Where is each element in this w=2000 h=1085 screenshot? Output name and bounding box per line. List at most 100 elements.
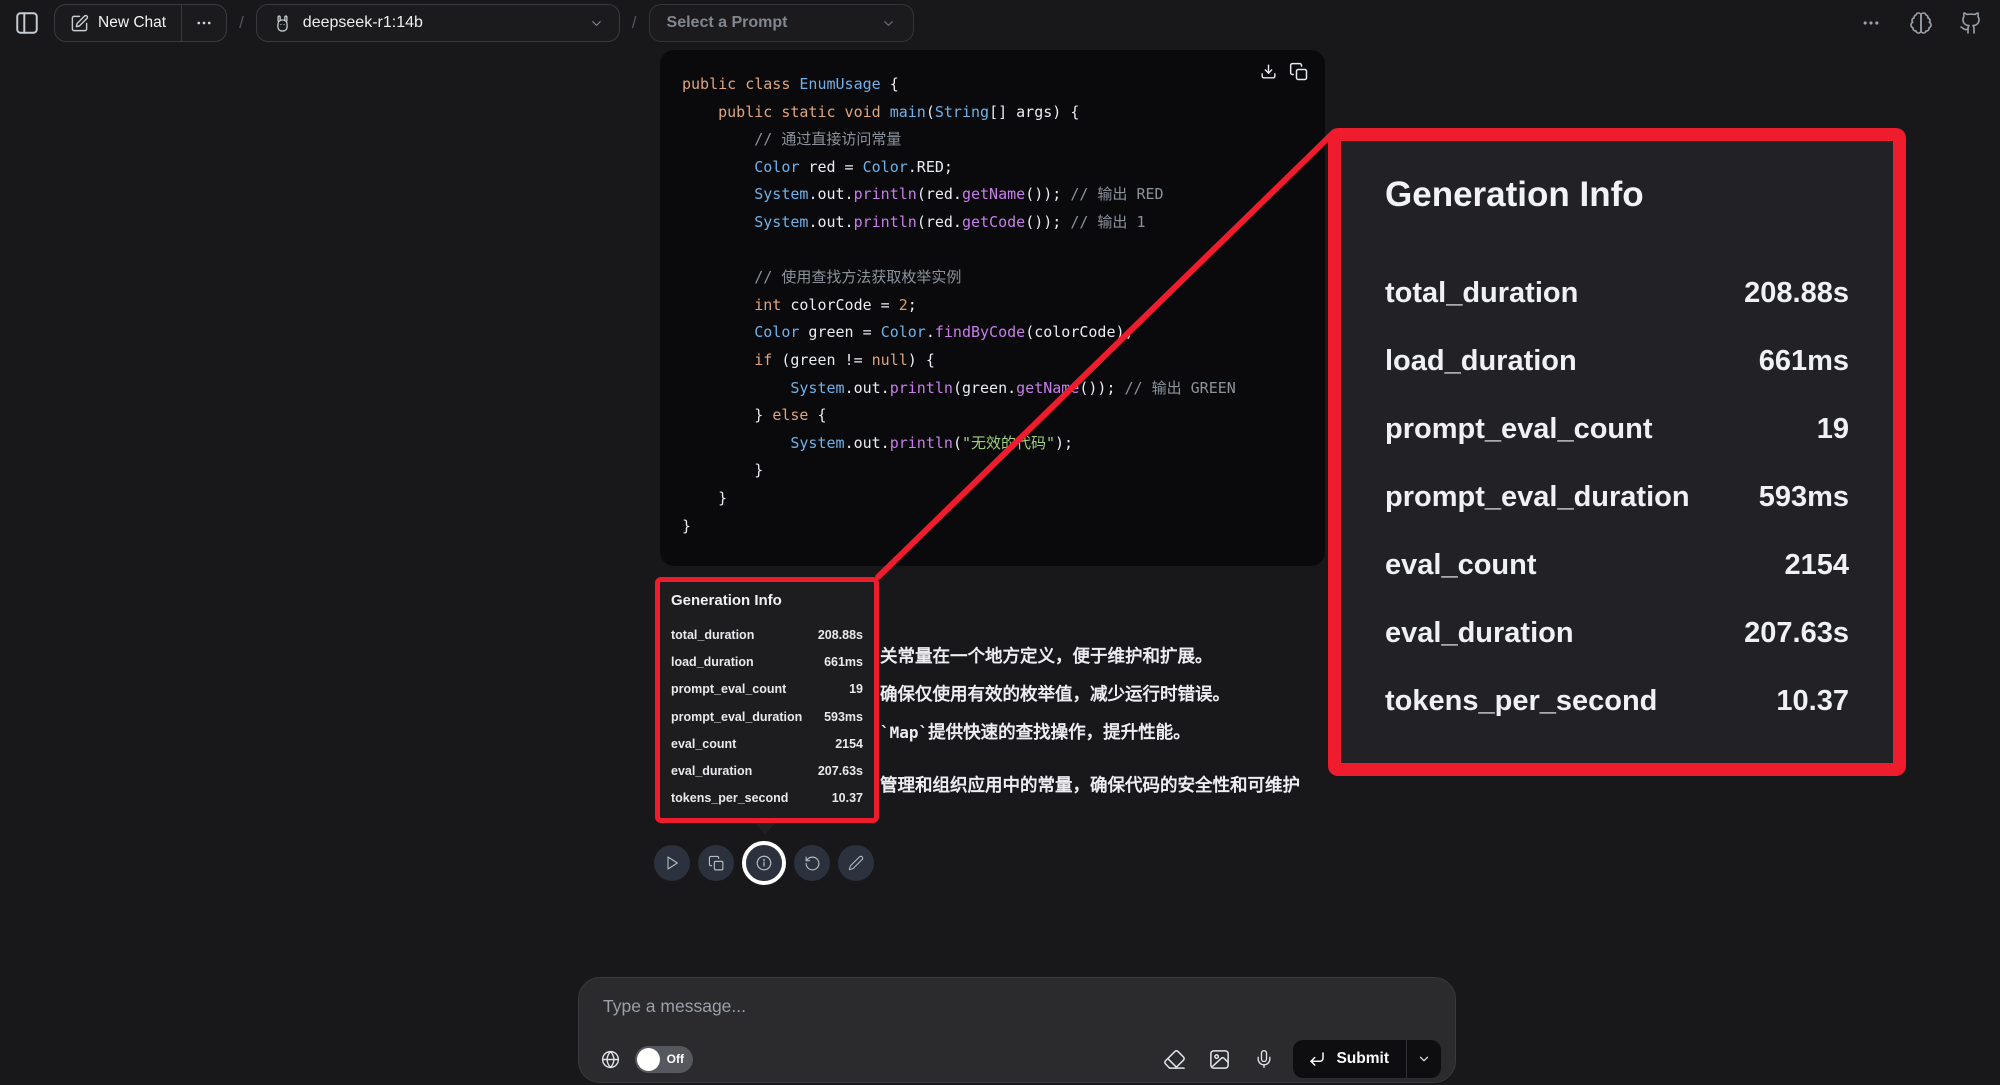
chevron-down-icon (881, 16, 896, 31)
stat-value: 10.37 (1776, 685, 1849, 718)
stat-value: 19 (849, 682, 863, 696)
code-copy-button[interactable] (1289, 62, 1309, 82)
message-line: 确保仅使用有效的枚举值，减少运行时错误。 (880, 681, 1332, 706)
model-name: deepseek-r1:14b (303, 14, 423, 32)
stat-label: tokens_per_second (1385, 685, 1657, 718)
stat-value: 593ms (824, 710, 863, 724)
generation-info-row: load_duration 661ms (671, 648, 863, 675)
code-toolbar (1259, 62, 1309, 82)
generation-info-row: prompt_eval_duration593ms (671, 703, 863, 730)
sidebar-toggle-button[interactable] (12, 8, 42, 38)
github-button[interactable] (1956, 8, 1986, 38)
generation-info-row: tokens_per_second10.37 (671, 785, 863, 812)
ellipsis-icon (1861, 13, 1881, 33)
edit-icon (848, 855, 864, 871)
generation-info-zoom-box: Generation Info total_duration208.88sloa… (1328, 128, 1906, 776)
play-icon (664, 855, 680, 871)
code-line: // 通过直接访问常量 (682, 126, 1236, 154)
generation-info-row: prompt_eval_count 19 (1385, 395, 1849, 463)
regenerate-icon (804, 855, 821, 872)
generation-info-row: eval_duration 207.63s (1385, 599, 1849, 667)
composer-toolbar: Off Submit (595, 1040, 1441, 1078)
stat-label: load_duration (671, 655, 754, 669)
clear-button[interactable] (1159, 1044, 1189, 1074)
stat-value: 2154 (1784, 549, 1849, 582)
generation-info-zoom-rows: total_duration208.88sload_duration661msp… (1385, 259, 1849, 735)
code-line (682, 237, 1236, 265)
chevron-down-icon (589, 16, 604, 31)
message-input[interactable]: Type a message... (603, 996, 746, 1017)
generation-info-row: tokens_per_second 10.37 (1385, 667, 1849, 735)
new-chat-pencil-icon (70, 14, 89, 33)
new-chat-button[interactable]: New Chat (55, 5, 181, 41)
prompt-selector[interactable]: Select a Prompt (649, 4, 914, 42)
stat-value: 19 (1817, 413, 1849, 446)
code-line: Color green = Color.findByCode(colorCode… (682, 319, 1236, 347)
code-line: } (682, 457, 1236, 485)
generation-info-row: load_duration661ms (1385, 327, 1849, 395)
web-search-toggle[interactable]: Off (635, 1046, 693, 1073)
stat-value: 10.37 (832, 791, 863, 805)
stat-value: 661ms (824, 655, 863, 669)
message-composer: Type a message... Off (578, 977, 1456, 1083)
code-line: System.out.println(red.getName()); // 输出… (682, 181, 1236, 209)
stat-label: prompt_eval_count (1385, 413, 1653, 446)
copy-message-button[interactable] (698, 845, 734, 881)
globe-icon (600, 1049, 621, 1070)
edit-message-button[interactable] (838, 845, 874, 881)
generation-info-row: eval_count2154 (1385, 531, 1849, 599)
code-line: Color red = Color.RED; (682, 154, 1236, 182)
code-line: public class EnumUsage { (682, 71, 1236, 99)
toggle-state-label: Off (667, 1052, 684, 1066)
model-selector[interactable]: deepseek-r1:14b (256, 4, 620, 42)
copy-icon (708, 855, 725, 872)
code-block: public class EnumUsage { public static v… (660, 50, 1325, 566)
stat-label: total_duration (671, 628, 754, 642)
read-aloud-button[interactable] (654, 845, 690, 881)
top-bar-right (1856, 0, 2000, 46)
message-line: `Map`提供快速的查找操作，提升性能。 (880, 719, 1332, 744)
stat-value: 2154 (835, 737, 863, 751)
generation-info-row: eval_duration207.63s (671, 757, 863, 784)
copy-icon (1289, 62, 1309, 82)
generation-info-row: prompt_eval_duration593ms (1385, 463, 1849, 531)
stat-label: prompt_eval_count (671, 682, 786, 696)
info-icon (755, 854, 773, 872)
code-line: System.out.println(red.getCode()); // 输出… (682, 209, 1236, 237)
generation-info-row: eval_count2154 (671, 730, 863, 757)
stat-value: 661ms (1759, 345, 1849, 378)
stat-label: total_duration (1385, 277, 1578, 310)
code-download-button[interactable] (1259, 62, 1278, 82)
chat-more-options-button[interactable] (182, 5, 226, 41)
enter-icon (1308, 1050, 1326, 1068)
toggle-knob (637, 1048, 660, 1071)
prompt-selector-label: Select a Prompt (667, 14, 788, 32)
code-line: public static void main(String[] args) { (682, 99, 1236, 127)
stat-value: 208.88s (1744, 277, 1849, 310)
web-search-button[interactable] (595, 1044, 625, 1074)
submit-options-button[interactable] (1407, 1040, 1441, 1078)
stat-value: 208.88s (818, 628, 863, 642)
generation-info-button[interactable] (742, 841, 786, 885)
message-line: 关常量在一个地方定义，便于维护和扩展。 (880, 643, 1332, 668)
breadcrumb-separator: / (632, 13, 637, 33)
generation-info-tooltip: Generation Info total_duration208.88sloa… (655, 577, 879, 823)
voice-input-button[interactable] (1249, 1044, 1279, 1074)
code-line: // 使用查找方法获取枚举实例 (682, 264, 1236, 292)
stat-value: 207.63s (818, 764, 863, 778)
controls-button[interactable] (1906, 8, 1936, 38)
generation-info-row: prompt_eval_count 19 (671, 676, 863, 703)
stat-label: eval_duration (1385, 617, 1574, 650)
brain-icon (1909, 11, 1933, 35)
more-options-button[interactable] (1856, 8, 1886, 38)
regenerate-button[interactable] (794, 845, 830, 881)
breadcrumb-separator: / (239, 13, 244, 33)
mic-icon (1254, 1049, 1274, 1069)
submit-button[interactable]: Submit (1293, 1040, 1406, 1078)
attach-image-button[interactable] (1204, 1044, 1234, 1074)
image-icon (1208, 1048, 1231, 1071)
stat-value: 207.63s (1744, 617, 1849, 650)
top-bar-left: New Chat / deepseek-r1:14b (12, 0, 914, 46)
eraser-icon (1163, 1048, 1186, 1071)
composer-right-icons (1159, 1044, 1279, 1074)
